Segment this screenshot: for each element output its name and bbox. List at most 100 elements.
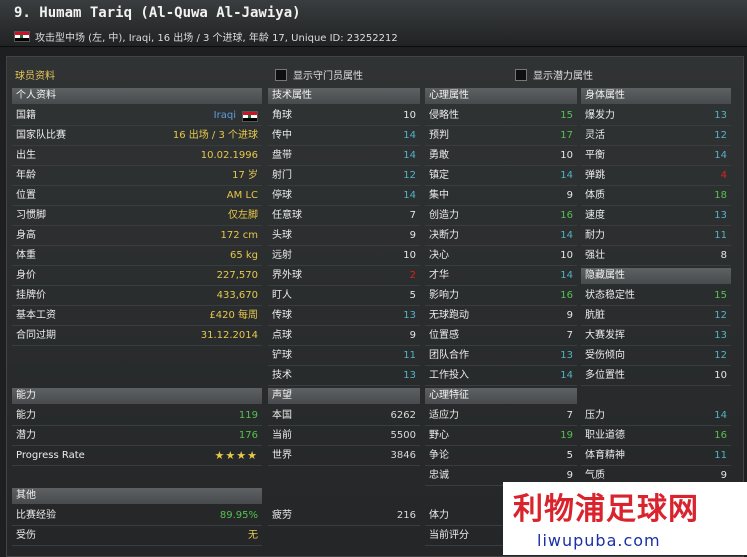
attribute-value: 227,570	[216, 270, 258, 281]
attribute-value: 7	[566, 330, 573, 341]
attribute-value: 16	[560, 210, 573, 221]
attribute-label: 比赛经验	[16, 510, 56, 521]
reputation-row: 当前 5500	[268, 426, 420, 446]
player-title: 9. Humam Tariq (Al-Quwa Al-Jawiya)	[14, 5, 301, 21]
mental-row: 决断力 14	[425, 226, 577, 246]
technical-row: 任意球 7	[268, 206, 420, 226]
technical-heading: 技术属性	[268, 88, 420, 104]
mental_traits-heading: 心理特征	[425, 388, 577, 404]
personal-row: 身价 227,570	[12, 266, 262, 286]
attribute-value: 12	[714, 310, 727, 321]
technical-row: 角球 10	[268, 106, 420, 126]
attribute-label: 体力	[429, 510, 449, 521]
show-gk-attributes-checkbox[interactable]: 显示守门员属性	[275, 67, 363, 82]
attribute-label: 远射	[272, 250, 292, 261]
attribute-label: 体育精神	[585, 450, 625, 461]
attribute-value: 89.95%	[219, 510, 258, 521]
attribute-label: 压力	[585, 410, 605, 421]
panel-title: 球员资料	[15, 71, 55, 82]
attribute-label: 本国	[272, 410, 292, 421]
attribute-value: 65 kg	[229, 250, 258, 261]
attribute-value: 14	[403, 150, 416, 161]
attribute-label: 爆发力	[585, 110, 615, 121]
attribute-label: 任意球	[272, 210, 302, 221]
mental-row: 侵略性 15	[425, 106, 577, 126]
show-potential-attributes-checkbox[interactable]: 显示潜力属性	[515, 67, 593, 82]
attribute-label: 耐力	[585, 230, 605, 241]
attribute-label: 创造力	[429, 210, 459, 221]
technical-row: 盘带 14	[268, 146, 420, 166]
attribute-value: 3846	[390, 450, 416, 461]
misc-row: 疲劳 216	[268, 506, 420, 526]
personal-row: 国家队比赛 16 出场 / 3 个进球	[12, 126, 262, 146]
attribute-label: 身高	[16, 230, 36, 241]
attribute-label: 传球	[272, 310, 292, 321]
attribute-value: 10	[560, 250, 573, 261]
attribute-value: 17 岁	[232, 170, 258, 181]
attribute-value: 14	[714, 150, 727, 161]
attribute-value: 9	[566, 310, 573, 321]
attribute-label: 界外球	[272, 270, 302, 281]
attribute-label: 点球	[272, 330, 292, 341]
other-row: 受伤 无	[12, 526, 262, 546]
physical-row: 强壮 8	[581, 246, 731, 266]
attribute-value: 2	[409, 270, 416, 281]
attribute-value: 10	[714, 370, 727, 381]
checkbox-box[interactable]	[515, 68, 527, 81]
attribute-label: 集中	[429, 190, 449, 201]
other-heading: 其他	[12, 488, 262, 504]
technical-row: 技术 13	[268, 366, 420, 386]
attribute-value: 13	[403, 370, 416, 381]
mental-row: 工作投入 14	[425, 366, 577, 386]
player-header: 9. Humam Tariq (Al-Quwa Al-Jawiya) 攻击型中场…	[0, 0, 747, 47]
attribute-label: 当前	[272, 430, 292, 441]
attribute-value: 16	[714, 430, 727, 441]
traits_right-row: 压力 14	[581, 406, 731, 426]
mental-row: 集中 9	[425, 186, 577, 206]
ability-heading: 能力	[12, 388, 262, 404]
personal-row: 挂牌价 433,670	[12, 286, 262, 306]
technical-row: 传中 14	[268, 126, 420, 146]
physical-row: 弹跳 4	[581, 166, 731, 186]
site-watermark: 利物浦足球网 liwupuba.com	[503, 482, 747, 555]
attribute-label: 决断力	[429, 230, 459, 241]
personal-row: 合同过期 31.12.2014	[12, 326, 262, 346]
attribute-label: 铲球	[272, 350, 292, 361]
attribute-value: 14	[560, 170, 573, 181]
ability-row: 能力 119	[12, 406, 262, 426]
mental-row: 预判 17	[425, 126, 577, 146]
attribute-label: 位置	[16, 190, 36, 201]
attribute-value: 19	[560, 430, 573, 441]
watermark-chinese-text: 利物浦足球网	[513, 492, 699, 527]
attribute-value: 176	[238, 430, 258, 441]
attribute-label: 无球跑动	[429, 310, 469, 321]
mental-row: 镇定 14	[425, 166, 577, 186]
attribute-label: 能力	[16, 410, 36, 421]
attribute-value: 无	[248, 530, 258, 541]
attribute-value: 9	[409, 230, 416, 241]
personal-heading: 个人资料	[12, 88, 262, 104]
attribute-value: 14	[560, 270, 573, 281]
attribute-value: 5	[409, 290, 416, 301]
attribute-label: 疲劳	[272, 510, 292, 521]
technical-row: 界外球 2	[268, 266, 420, 286]
attribute-value: 11	[403, 350, 416, 361]
technical-row: 头球 9	[268, 226, 420, 246]
checkbox-box[interactable]	[275, 68, 287, 81]
attribute-value: 8	[720, 250, 727, 261]
mental-row: 团队合作 13	[425, 346, 577, 366]
iraq-flag-icon	[242, 111, 258, 122]
watermark-url-text: liwupuba.com	[537, 531, 661, 550]
reputation-heading: 声望	[268, 388, 420, 404]
attribute-value: 11	[714, 230, 727, 241]
attribute-value: 12	[714, 350, 727, 361]
attribute-value: 10	[403, 110, 416, 121]
attribute-value: 13	[714, 330, 727, 341]
technical-row: 传球 13	[268, 306, 420, 326]
attribute-value: 13	[714, 210, 727, 221]
technical-row: 点球 9	[268, 326, 420, 346]
personal-row: 位置 AM LC	[12, 186, 262, 206]
attribute-value: 5	[566, 450, 573, 461]
mental-row: 影响力 16	[425, 286, 577, 306]
attribute-value: 16	[560, 290, 573, 301]
